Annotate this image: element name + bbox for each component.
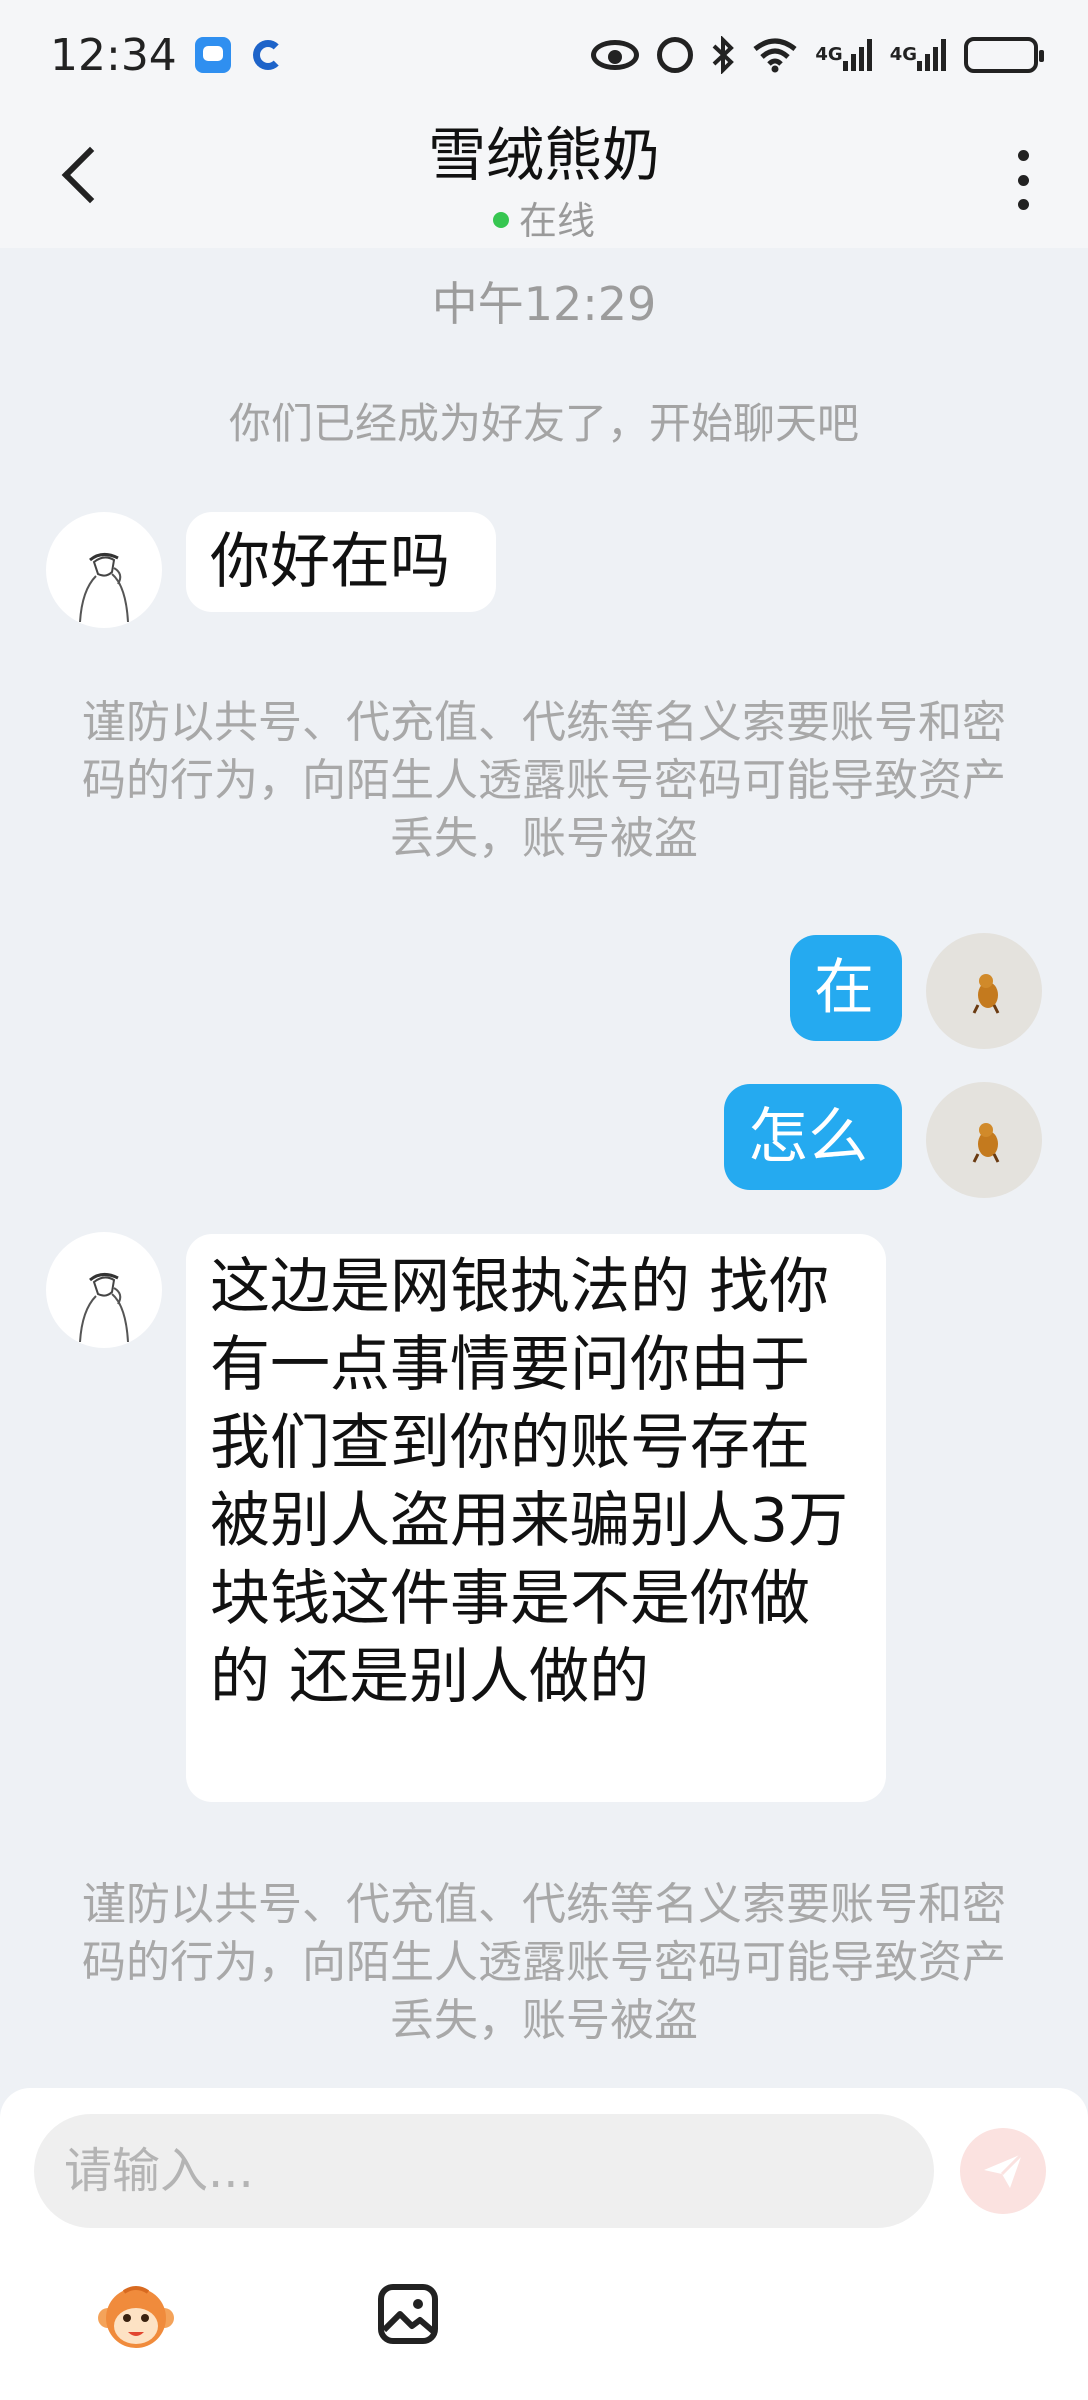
message-text: 在 [814, 953, 874, 1023]
my-avatar[interactable] [926, 933, 1042, 1049]
message-timestamp: 中午12:29 [431, 277, 657, 331]
network-type-2: 4G [889, 44, 917, 65]
more-options-icon[interactable] [1010, 150, 1036, 210]
my-avatar[interactable] [926, 1082, 1042, 1198]
status-time: 12:34 [50, 29, 177, 81]
status-icons: 4G 4G [591, 36, 1044, 74]
image-picker-button[interactable] [376, 2282, 440, 2346]
send-icon [984, 2152, 1024, 2188]
chat-area[interactable]: 中午12:29 你们已经成为好友了，开始聊天吧 你好在吗 谨防以共号、代充值、代… [0, 248, 1088, 2088]
online-status-label: 在线 [518, 199, 595, 243]
online-status: 在线 [0, 190, 1088, 245]
emoji-button[interactable] [96, 2278, 176, 2358]
chat-title: 雪绒熊奶 [427, 121, 660, 189]
signal-2-icon: 4G [890, 39, 946, 71]
image-icon [378, 2284, 438, 2344]
alarm-icon [657, 37, 694, 73]
signal-1-icon: 4G [815, 39, 872, 71]
monkey-emoji-icon [98, 2286, 174, 2348]
message-text: 怎么 [748, 1102, 868, 1172]
my-avatar-image [972, 974, 1000, 1014]
chat-header: 雪绒熊奶 在线 [0, 110, 1088, 248]
eye-icon [591, 40, 640, 70]
incoming-message-bubble[interactable]: 你好在吗 [186, 512, 496, 612]
outgoing-message-bubble[interactable]: 在 [790, 935, 902, 1041]
network-type-1: 4G [815, 44, 843, 65]
contact-avatar-image [79, 553, 129, 623]
friend-added-notice: 你们已经成为好友了，开始聊天吧 [228, 399, 859, 448]
contact-avatar-image [79, 1273, 129, 1343]
incoming-message-bubble[interactable]: 这边是网银执法的 找你有一点事情要问你由于我们查到你的账号存在被别人盗用来骗别人… [186, 1234, 886, 1802]
security-warning: 谨防以共号、代充值、代练等名义索要账号和密码的行为，向陌生人透露账号密码可能导致… [82, 1879, 1006, 2046]
status-bar: 12:34 4G 4G [0, 0, 1088, 110]
message-composer [0, 2088, 1088, 2400]
app-notification-icon [252, 40, 283, 70]
outgoing-message-bubble[interactable]: 怎么 [724, 1084, 902, 1190]
battery-icon [964, 37, 1044, 73]
bluetooth-icon [711, 36, 735, 74]
message-text: 这边是网银执法的 找你有一点事情要问你由于我们查到你的账号存在被别人盗用来骗别人… [210, 1252, 849, 1712]
send-button[interactable] [960, 2128, 1046, 2214]
contact-avatar[interactable] [46, 512, 162, 628]
wifi-icon [753, 37, 797, 73]
message-text: 你好在吗 [210, 527, 450, 597]
message-input[interactable] [34, 2114, 934, 2228]
my-avatar-image [972, 1123, 1000, 1163]
security-warning: 谨防以共号、代充值、代练等名义索要账号和密码的行为，向陌生人透露账号密码可能导致… [82, 697, 1006, 864]
chat-notification-icon [194, 37, 231, 73]
contact-avatar[interactable] [46, 1232, 162, 1348]
online-dot-icon [492, 211, 509, 228]
